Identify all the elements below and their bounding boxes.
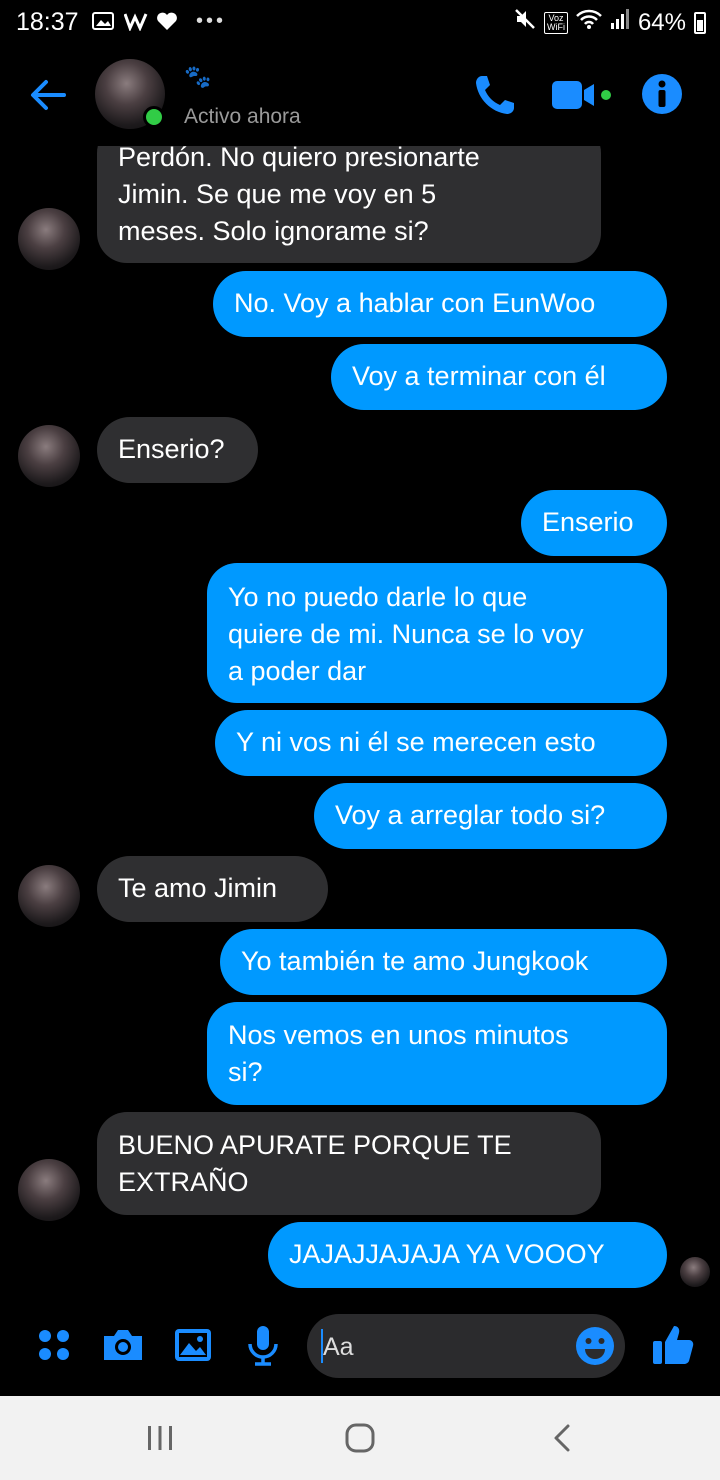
outgoing-message[interactable]: JAJAJJAJAJA YA VOOOY (268, 1222, 667, 1288)
phone-call-icon[interactable] (472, 72, 518, 118)
outgoing-message[interactable]: Voy a arreglar todo si? (314, 783, 667, 849)
seen-receipt-avatar (680, 1257, 710, 1287)
incoming-message[interactable]: Perdón. No quiero presionarte Jimin. Se … (97, 146, 601, 263)
outgoing-message[interactable]: Y ni vos ni él se merecen esto (215, 710, 667, 776)
battery-icon (694, 11, 706, 34)
outgoing-message[interactable]: Nos vemos en unos minutos si? (207, 1002, 667, 1105)
camera-icon[interactable] (100, 1322, 146, 1368)
outgoing-message[interactable]: Voy a terminar con él (331, 344, 667, 410)
contact-name-emoji[interactable]: 🐾 (184, 64, 211, 90)
back-arrow-icon[interactable] (28, 75, 68, 115)
outgoing-message[interactable]: Yo no puedo darle lo que quiere de mi. N… (207, 563, 667, 703)
active-status: Activo ahora (184, 105, 301, 128)
wifi-icon (576, 8, 602, 37)
message-input[interactable] (321, 1314, 565, 1380)
incoming-message[interactable]: Te amo Jimin (97, 856, 328, 922)
contact-avatar-small[interactable] (18, 1159, 80, 1221)
back-nav-icon[interactable] (542, 1418, 582, 1458)
message-input-container[interactable] (307, 1314, 625, 1380)
heart-notification-icon (156, 11, 178, 31)
gallery-icon[interactable] (170, 1322, 216, 1368)
system-navigation-bar (0, 1396, 720, 1480)
online-indicator (143, 106, 165, 128)
contact-avatar-small[interactable] (18, 865, 80, 927)
video-call-icon[interactable] (550, 72, 616, 118)
like-icon[interactable] (650, 1322, 696, 1368)
outgoing-message[interactable]: Enserio (521, 490, 667, 556)
status-bar: 18:37 ••• Voz WiFi 64% (0, 0, 720, 44)
contact-avatar[interactable] (95, 59, 165, 129)
outgoing-message[interactable]: Yo también te amo Jungkook (220, 929, 667, 995)
gallery-notification-icon (92, 11, 114, 31)
contact-avatar-small[interactable] (18, 208, 80, 270)
mute-icon (514, 8, 536, 37)
notification-icons: ••• (92, 10, 226, 32)
system-icons: Voz WiFi 64% (514, 8, 706, 37)
incoming-message[interactable]: BUENO APURATE PORQUE TE EXTRAÑO (97, 1112, 601, 1215)
status-time: 18:37 (16, 8, 79, 36)
message-thread[interactable]: Perdón. No quiero presionarte Jimin. Se … (0, 146, 720, 1296)
home-icon[interactable] (340, 1418, 380, 1458)
microphone-icon[interactable] (240, 1322, 286, 1368)
info-icon[interactable] (640, 72, 686, 118)
contact-avatar-small[interactable] (18, 425, 80, 487)
more-notifications-icon: ••• (196, 9, 227, 32)
emoji-icon[interactable] (575, 1326, 615, 1366)
outgoing-message[interactable]: No. Voy a hablar con EunWoo (213, 271, 667, 337)
more-actions-icon[interactable] (32, 1322, 78, 1368)
w-app-notification-icon (123, 11, 148, 32)
incoming-message[interactable]: Enserio? (97, 417, 258, 483)
signal-icon (610, 8, 630, 37)
vowifi-icon: Voz WiFi (543, 11, 568, 34)
recent-apps-icon[interactable] (140, 1418, 180, 1458)
chat-header: 🐾 Activo ahora (0, 50, 720, 140)
message-composer (0, 1306, 720, 1388)
battery-percent: 64% (637, 8, 686, 36)
